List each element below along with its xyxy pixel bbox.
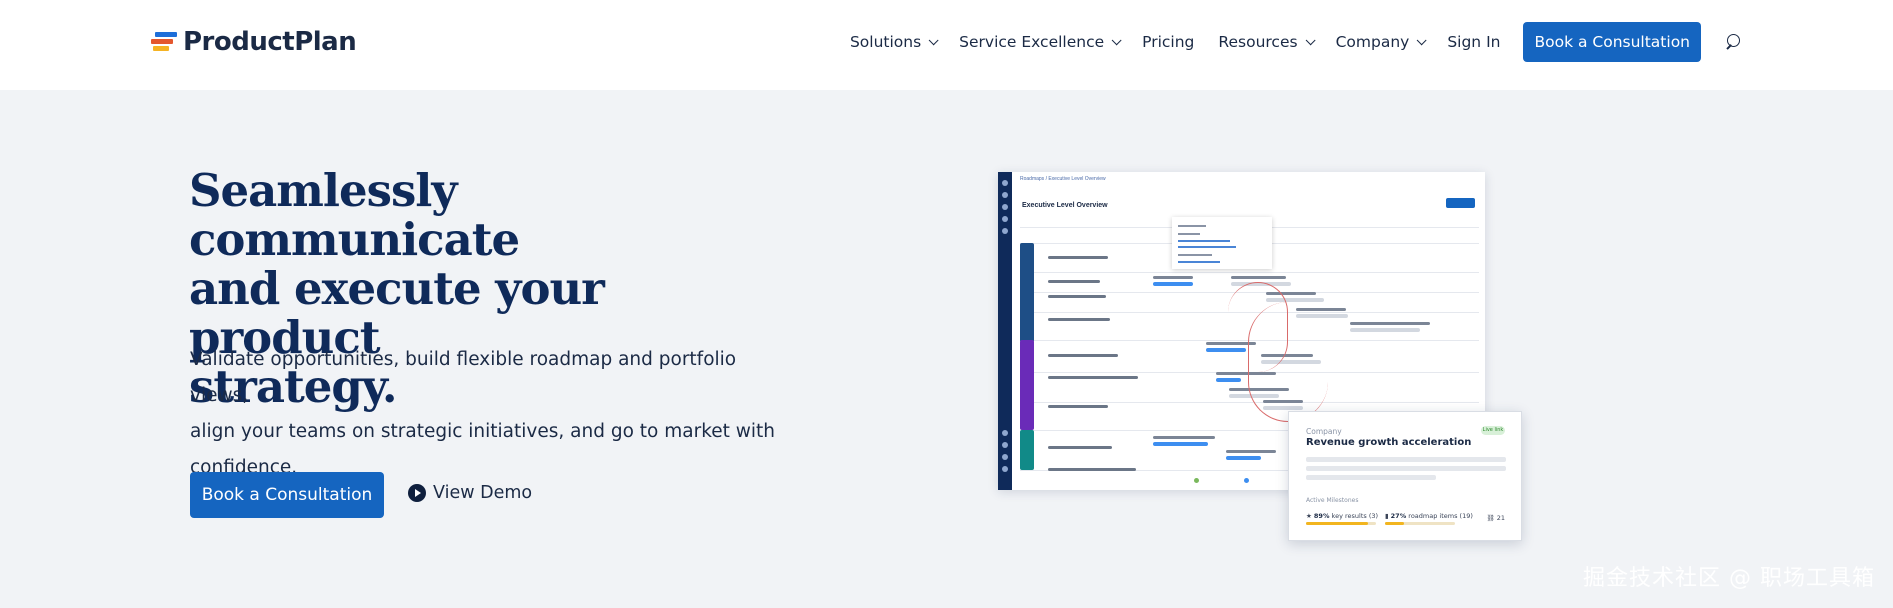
card-link-count: ⛓ 21	[1486, 514, 1505, 522]
app-sidebar-rail	[998, 172, 1012, 490]
link-icon: ⛓	[1486, 514, 1495, 522]
nav-item-label: Sign In	[1447, 33, 1501, 51]
star-icon: ★	[1306, 512, 1312, 520]
nav-item-label: Resources	[1218, 33, 1298, 51]
watermark: 掘金技术社区 @ 职场工具箱	[1583, 566, 1875, 591]
view-demo-label: View Demo	[433, 483, 533, 503]
chevron-down-icon	[1416, 34, 1427, 45]
key-results-progress	[1306, 522, 1376, 525]
card-status-badge: Live link	[1481, 426, 1505, 435]
link-count: 21	[1496, 514, 1505, 522]
hero-description-line: Validate opportunities, build flexible r…	[190, 349, 737, 406]
card-metric-roadmap-items: ▮ 27% roadmap items (19)	[1385, 512, 1473, 520]
nav-item-company[interactable]: Company	[1335, 33, 1427, 51]
nav-item-label: Service Excellence	[959, 33, 1105, 51]
card-metric-key-results: ★ 89% key results (3)	[1306, 512, 1378, 520]
metric-label: roadmap items (19)	[1408, 512, 1473, 520]
hero-book-consultation-button[interactable]: Book a Consultation	[190, 472, 384, 518]
chevron-down-icon	[1305, 34, 1316, 45]
lane-marker	[1020, 340, 1034, 430]
nav-item-solutions[interactable]: Solutions	[849, 33, 939, 51]
play-circle-icon	[408, 484, 426, 502]
chevron-down-icon	[928, 34, 939, 45]
mock-dropdown-menu	[1172, 217, 1272, 269]
card-kicker: Company	[1306, 427, 1342, 436]
nav-item-service-excellence[interactable]: Service Excellence	[959, 33, 1122, 51]
brand-name: ProductPlan	[183, 27, 357, 57]
card-title: Revenue growth acceleration	[1306, 437, 1472, 448]
nav-item-label: Company	[1335, 33, 1410, 51]
flag-icon: ▮	[1385, 512, 1389, 520]
objective-card: Company Revenue growth acceleration Live…	[1288, 411, 1522, 541]
nav-item-pricing[interactable]: Pricing	[1142, 33, 1194, 51]
metric-value: 27%	[1390, 512, 1407, 520]
site-header: ProductPlan Solutions Service Excellence…	[0, 0, 1893, 90]
mock-breadcrumb: Roadmaps / Executive Level Overview	[1020, 176, 1106, 182]
nav-item-sign-in[interactable]: Sign In	[1447, 33, 1500, 51]
search-icon[interactable]	[1723, 32, 1743, 52]
metric-value: 89%	[1313, 512, 1330, 520]
logo-mark-icon	[151, 31, 177, 53]
main-nav: Solutions Service Excellence Pricing Res…	[826, 22, 1743, 62]
hero-description: Validate opportunities, build flexible r…	[190, 342, 790, 486]
view-demo-link[interactable]: View Demo	[408, 483, 532, 503]
brand-logo[interactable]: ProductPlan	[151, 27, 357, 57]
metric-label: key results (3)	[1331, 512, 1379, 520]
header-book-consultation-button[interactable]: Book a Consultation	[1523, 22, 1701, 62]
lane-marker	[1020, 430, 1034, 470]
hero-description-line: align your teams on strategic initiative…	[190, 421, 776, 442]
chevron-down-icon	[1111, 34, 1122, 45]
mock-title: Executive Level Overview	[1022, 202, 1108, 209]
lane-marker	[1020, 243, 1034, 342]
nav-item-label: Pricing	[1142, 33, 1195, 51]
nav-item-resources[interactable]: Resources	[1218, 33, 1316, 51]
mock-share-button	[1446, 198, 1475, 208]
hero-title-line: Seamlessly communicate	[189, 164, 520, 266]
nav-item-label: Solutions	[849, 33, 922, 51]
card-section-label: Active Milestones	[1306, 497, 1359, 504]
roadmap-items-progress	[1385, 522, 1455, 525]
